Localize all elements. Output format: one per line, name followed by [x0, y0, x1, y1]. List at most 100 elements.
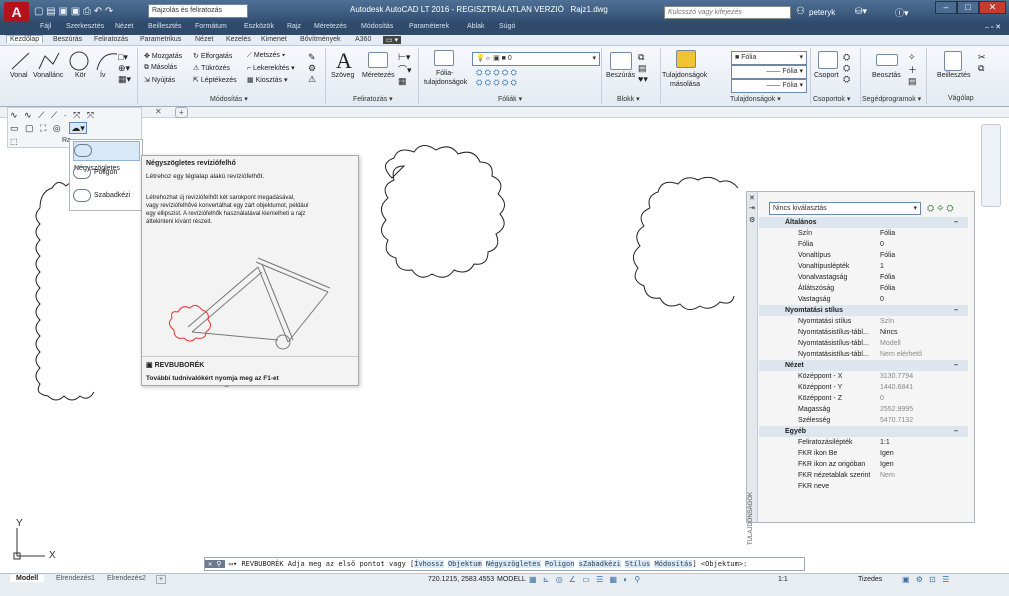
region-tools-icons[interactable]: ▭ ▢ ⛶ ◎ [10, 123, 63, 134]
menu-item[interactable]: Fájl [40, 23, 51, 30]
tab-output[interactable]: Kimenet [261, 36, 287, 43]
user-name[interactable]: peteryk [809, 8, 835, 17]
measure-icon[interactable] [876, 54, 898, 66]
save-icon[interactable]: ▣ [58, 6, 67, 17]
text-button[interactable]: Szöveg [331, 72, 354, 79]
draw-tools-icons[interactable] [9, 50, 129, 72]
draw-extra-icons[interactable]: □▾ ⊕▾ ▦▾ [118, 52, 131, 85]
text-icon[interactable]: A [336, 48, 352, 74]
search-input[interactable]: Kulcsszó vagy kifejezés [664, 6, 791, 19]
open-icon[interactable]: ▤ [46, 6, 55, 17]
menu-item[interactable]: Beillesztés [148, 23, 181, 30]
menu-item[interactable]: Paraméterek [409, 23, 449, 30]
freehand-option[interactable]: Szabadkézi [73, 187, 140, 207]
arc-button[interactable]: Ív [100, 72, 105, 79]
rectangular-option[interactable]: Négyszögletes [73, 141, 140, 172]
property-value[interactable]: Nem elérhető [880, 349, 922, 360]
collapse-icon[interactable]: – [954, 426, 958, 437]
command-history-icon[interactable]: ▭▾ [229, 560, 237, 568]
menu-item[interactable]: Módosítás [361, 23, 393, 30]
tab-insert[interactable]: Beszúrás [53, 36, 82, 43]
option-style[interactable]: Stílus [625, 560, 651, 568]
palette-settings-icon[interactable]: ⚙ [749, 216, 755, 224]
trim-button[interactable]: ⟋ Metszés ▾ [247, 52, 285, 60]
property-row[interactable]: Magasság 2552.9995 [759, 404, 968, 415]
menu-item[interactable]: Formátum [195, 23, 227, 30]
group-button[interactable]: Csoport [814, 72, 839, 79]
property-row[interactable]: FKR nézetablak szerint Nem [759, 470, 968, 481]
property-row[interactable]: FKR ikon Be Igen [759, 448, 968, 459]
property-value[interactable]: 2552.9995 [880, 404, 913, 415]
add-layout-button[interactable]: + [156, 575, 167, 584]
property-value[interactable]: Fólia [880, 272, 895, 283]
property-value[interactable]: Szín [880, 316, 894, 327]
navigation-bar[interactable] [981, 124, 1001, 207]
property-row[interactable]: FKR ikon az origóban Igen [759, 459, 968, 470]
tab-model[interactable]: Modell [10, 575, 45, 582]
exchange-icon[interactable]: ⛁▾ [855, 6, 867, 17]
property-row[interactable]: Vonaltípuslépték 1 [759, 261, 968, 272]
property-value[interactable]: Modell [880, 338, 901, 349]
option-object[interactable]: Objektum [447, 560, 482, 568]
minimize-button[interactable]: – [935, 1, 957, 14]
layer-dropdown[interactable]: 💡☼ ▣ ■ 0 ▾ [472, 52, 600, 66]
menu-item[interactable]: Eszközök [244, 23, 274, 30]
option-arc-length[interactable]: Ívhossz [414, 560, 444, 568]
layer-properties-button-line2[interactable]: tulajdonságok [424, 79, 467, 86]
palette-close-icon[interactable]: ✕ [749, 194, 755, 202]
tab-annotate[interactable]: Feliratozás [94, 36, 128, 43]
property-value[interactable]: Fólia [880, 228, 895, 239]
match-properties-button-line2[interactable]: másolása [670, 81, 700, 88]
menu-item[interactable]: Szerkesztés [66, 23, 104, 30]
plot-icon[interactable]: ⎙ [83, 6, 91, 17]
property-row[interactable]: Nyomtatásistílus-tábl... Nem elérhető [759, 349, 968, 360]
measure-button[interactable]: Beosztás [872, 72, 901, 79]
insert-block-icon[interactable] [610, 52, 632, 70]
workspace-dropdown[interactable]: Rajzolás és feliratozás [148, 4, 248, 18]
option-modify[interactable]: Módosítás [654, 560, 693, 568]
property-value[interactable]: 1:1 [880, 437, 890, 448]
maximize-button[interactable]: □ [957, 1, 979, 14]
property-value[interactable]: Nem [880, 470, 895, 481]
toggle-pickadd-icon[interactable]: ⛭ ✧ ⛭ [927, 203, 954, 214]
tab-addins[interactable]: Bővítmények [300, 36, 340, 43]
property-row[interactable]: Átlátszóság Fólia [759, 283, 968, 294]
redo-icon[interactable]: ↷ [105, 6, 113, 17]
menu-item[interactable]: Méretezés [314, 23, 347, 30]
tab-view[interactable]: Nézet [195, 36, 213, 43]
modify-panel-label[interactable]: Módosítás ▾ [210, 95, 248, 103]
dimension-icon[interactable] [368, 52, 388, 68]
property-value[interactable]: 0 [880, 294, 884, 305]
tab-manage[interactable]: Kezelés [226, 36, 251, 43]
modify-extra-icons[interactable]: ✎ ⚙ ⚠ [308, 52, 316, 85]
menu-item[interactable]: Súgó [499, 23, 515, 30]
property-value[interactable]: 0 [880, 239, 884, 250]
groups-panel-label[interactable]: Csoportok ▾ [813, 95, 850, 103]
property-row[interactable]: Vonaltípus Fólia [759, 250, 968, 261]
option-rectangular[interactable]: Négyszögletes [485, 560, 541, 568]
tab-layout1[interactable]: Elrendezés1 [56, 575, 95, 582]
ribbon-options-icon[interactable]: ▭ ▾ [383, 36, 402, 44]
property-row[interactable]: FKR neve [759, 481, 968, 492]
new-icon[interactable]: ▢ [34, 6, 43, 17]
doc-window-controls[interactable]: – ▫ ✕ [985, 23, 1001, 31]
group-extra-icons[interactable]: ⛭ ⛭ ⛭ [843, 52, 850, 85]
property-row[interactable]: Középpont - X 3130.7794 [759, 371, 968, 382]
property-row[interactable]: Vonalvastagság Fólia [759, 272, 968, 283]
property-section-header[interactable]: Nézet – [759, 360, 968, 371]
fillet-button[interactable]: ⌐ Lekerekítés ▾ [247, 64, 295, 72]
annotation-extra-icons[interactable]: ⊢▾ ⌒▾ ▦ [398, 52, 412, 87]
option-freehand[interactable]: sZabadkézi [578, 560, 621, 568]
property-row[interactable]: Feliratozásilépték 1:1 [759, 437, 968, 448]
property-row[interactable]: Nyomtatási stílus Szín [759, 316, 968, 327]
clipboard-panel-label[interactable]: Vágólap [948, 95, 974, 102]
collapse-icon[interactable]: – [954, 360, 958, 371]
property-value[interactable]: Igen [880, 459, 894, 470]
annotation-panel-label[interactable]: Feliratozás ▾ [353, 95, 393, 103]
palette-titlebar[interactable]: ✕ ⇥ ⚙ TULAJDONSÁGOK [747, 192, 758, 545]
command-line[interactable]: ✕ ⚲ ▭▾ REVBUBORÉK Adja meg az első ponto… [204, 557, 805, 571]
property-value[interactable]: 3130.7794 [880, 371, 913, 382]
selection-dropdown[interactable]: Nincs kiválasztás ▾ [769, 202, 921, 215]
color-dropdown[interactable]: ■ Fólia ▾ [731, 51, 807, 65]
property-row[interactable]: Szélesség 5470.7132 [759, 415, 968, 426]
